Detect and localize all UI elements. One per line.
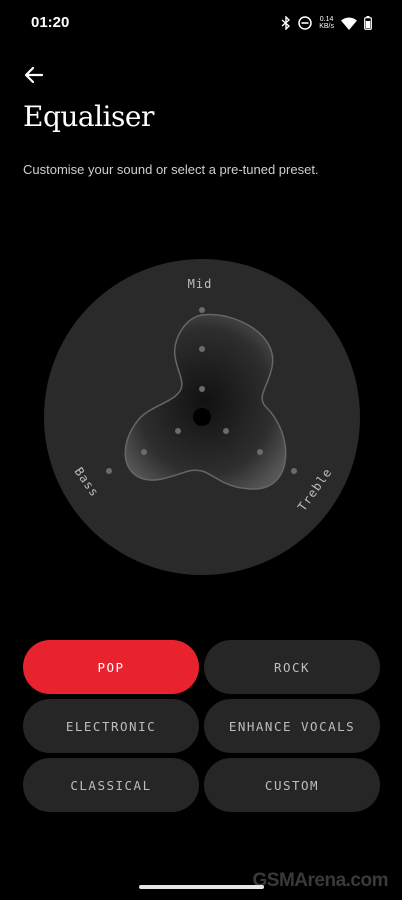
- network-speed-value: 0.14: [319, 16, 334, 23]
- preset-button-enhance-vocals[interactable]: ENHANCE VOCALS: [204, 699, 380, 753]
- preset-button-rock[interactable]: ROCK: [204, 640, 380, 694]
- mid-label: Mid: [188, 277, 213, 291]
- preset-button-custom[interactable]: CUSTOM: [204, 758, 380, 812]
- preset-button-pop[interactable]: POP: [23, 640, 199, 694]
- network-speed-unit: KB/s: [319, 23, 334, 30]
- preset-button-electronic[interactable]: ELECTRONIC: [23, 699, 199, 753]
- wifi-icon: [341, 17, 357, 30]
- do-not-disturb-icon: [298, 16, 312, 30]
- battery-icon: [364, 16, 372, 30]
- page-title: Equaliser: [23, 100, 154, 133]
- status-icons: 0.14 KB/s: [281, 14, 372, 32]
- preset-button-classical[interactable]: CLASSICAL: [23, 758, 199, 812]
- page-subtitle: Customise your sound or select a pre-tun…: [23, 162, 319, 177]
- network-speed: 0.14 KB/s: [319, 16, 334, 30]
- status-time: 01:20: [31, 14, 70, 31]
- preset-grid: POP ROCK ELECTRONIC ENHANCE VOCALS CLASS…: [23, 640, 380, 812]
- watermark: GSMArena.com: [252, 870, 389, 891]
- equaliser-dial[interactable]: Mid Bass Treble: [44, 259, 360, 575]
- home-indicator[interactable]: [139, 885, 264, 889]
- center-point: [193, 408, 211, 426]
- back-arrow-icon[interactable]: [22, 62, 48, 88]
- bluetooth-icon: [281, 16, 291, 30]
